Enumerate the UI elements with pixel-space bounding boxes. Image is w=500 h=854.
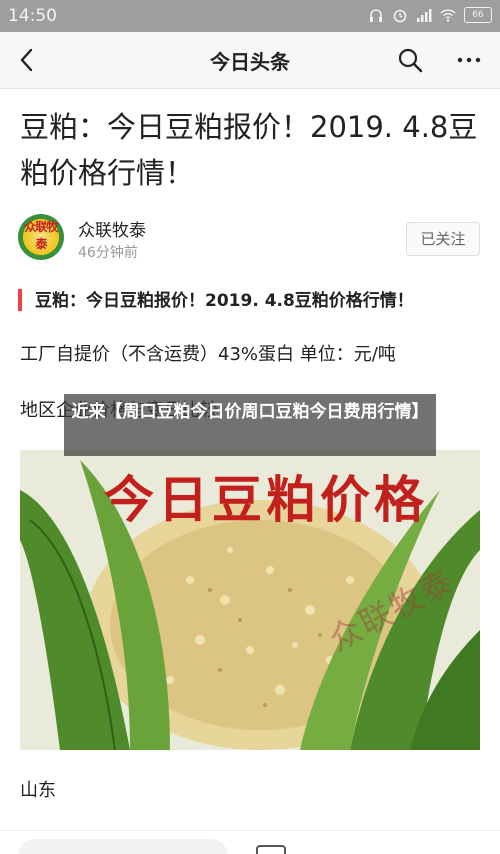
more-options-icon[interactable] (454, 46, 484, 74)
avatar-text: 众联牧泰 (24, 220, 58, 251)
follow-button[interactable]: 已关注 (406, 222, 480, 256)
status-time: 14:50 (8, 6, 57, 26)
paragraph-shandong: 山东 (20, 780, 56, 801)
alarm-icon (393, 9, 407, 23)
image-banner-text: 今日豆粕价格 (104, 471, 428, 529)
heading-accent-bar (18, 289, 22, 311)
wifi-icon (440, 9, 456, 22)
battery-icon: 66 (464, 7, 492, 23)
publish-time: 46分钟前 (78, 245, 138, 261)
headphones-icon (370, 9, 382, 22)
nav-title: 今日头条 (210, 50, 290, 74)
signal-icon (417, 9, 432, 22)
top-nav-bar: 今日头条 (0, 32, 500, 89)
article-title: 豆粕：今日豆粕报价！2019. 4.8豆粕价格行情！ (20, 110, 478, 190)
section-heading: 豆粕：今日豆粕报价！2019. 4.8豆粕价格行情！ (18, 286, 488, 314)
avatar[interactable]: 众联牧泰 (18, 214, 64, 260)
author-name[interactable]: 众联牧泰 (78, 216, 146, 241)
author-row: 众联牧泰 众联牧泰 46分钟前 已关注 (18, 212, 484, 268)
section-heading-text: 豆粕：今日豆粕报价！2019. 4.8豆粕价格行情！ (35, 291, 414, 311)
article-image[interactable]: 今日豆粕价格 众联牧泰 (20, 450, 480, 750)
status-icons: 66 (368, 7, 492, 23)
promo-overlay[interactable]: 近来【周口豆粕今日价周口豆粕今日费用行情】 (64, 394, 436, 456)
search-icon[interactable] (396, 46, 424, 74)
status-bar: 14:50 66 (0, 0, 500, 32)
comment-input[interactable] (18, 839, 228, 854)
paragraph-price-note: 工厂自提价（不含运费）43%蛋白 单位：元/吨 (20, 344, 396, 365)
bottom-bar (0, 830, 500, 854)
